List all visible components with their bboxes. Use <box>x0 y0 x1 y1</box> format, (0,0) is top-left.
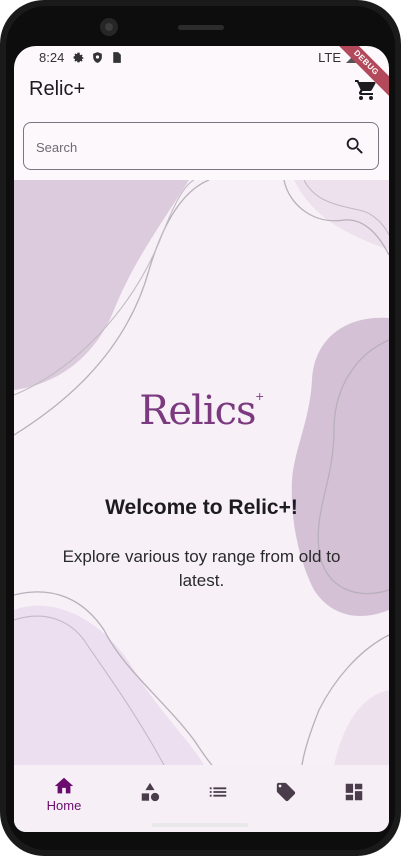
logo-wordmark: Relics <box>139 388 256 434</box>
network-label: LTE <box>318 50 341 65</box>
category-icon <box>141 782 160 802</box>
nav-item-home[interactable]: Home <box>34 775 94 819</box>
home-indicator[interactable] <box>152 823 248 827</box>
nav-label-home: Home <box>46 798 82 813</box>
logo-plus: + <box>255 388 264 404</box>
status-bar: 8:24 LTE DEBUG <box>14 46 389 100</box>
front-camera <box>100 18 118 36</box>
search-bar <box>23 122 379 170</box>
hero-banner: Relics+ Welcome to Relic+! Explore vario… <box>14 180 389 765</box>
nav-item-dashboard[interactable] <box>324 775 384 819</box>
app-screen: 8:24 LTE DEBUG Relic+ Search Relics+ Wel… <box>14 46 389 832</box>
welcome-heading: Welcome to Relic+! <box>105 496 298 519</box>
nav-item-list[interactable] <box>188 775 248 819</box>
app-title: Relic+ <box>29 78 86 100</box>
tag-icon <box>276 782 296 802</box>
nav-item-categories[interactable] <box>120 775 180 819</box>
shield-icon <box>93 52 102 63</box>
app-bar: Relic+ <box>14 70 389 110</box>
nav-item-tags[interactable] <box>256 775 316 819</box>
shopping-cart-icon <box>355 80 376 100</box>
dashboard-icon <box>345 783 363 801</box>
search-icon[interactable] <box>344 135 366 157</box>
sim-card-icon <box>113 52 121 63</box>
earpiece-speaker <box>178 25 224 30</box>
brand-logo: Relics+ <box>14 388 389 434</box>
welcome-subtitle: Explore various toy range from old to la… <box>62 547 341 590</box>
cart-button[interactable] <box>354 78 378 102</box>
bottom-navigation: Home <box>14 765 389 832</box>
status-icons <box>72 51 123 64</box>
search-input[interactable] <box>34 135 338 159</box>
phone-frame: 8:24 LTE DEBUG Relic+ Search Relics+ Wel… <box>0 0 401 856</box>
list-icon <box>209 787 227 797</box>
status-time: 8:24 <box>39 50 65 65</box>
home-icon <box>54 777 74 794</box>
decorative-background <box>14 180 389 765</box>
settings-icon <box>73 52 84 63</box>
